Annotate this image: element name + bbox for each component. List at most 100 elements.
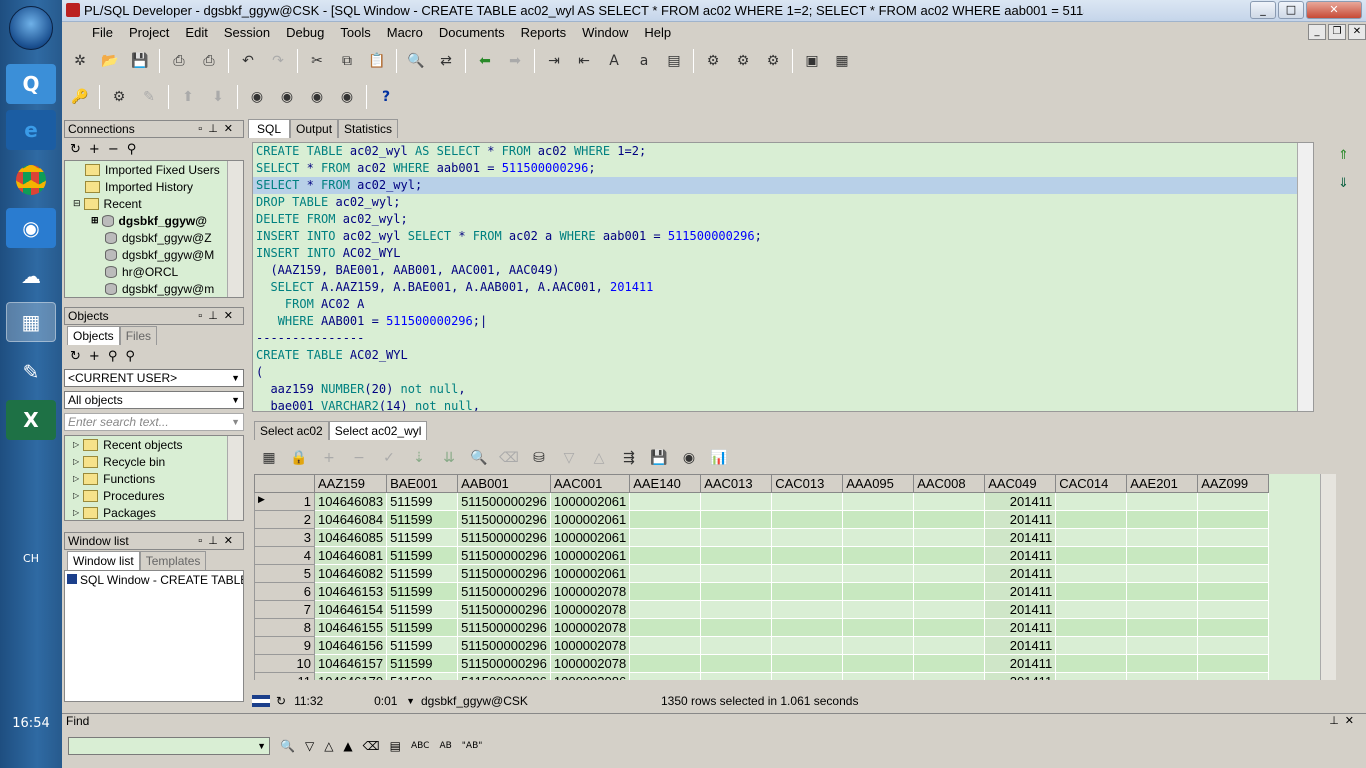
grid-cell[interactable] xyxy=(842,582,915,601)
grid-cell[interactable] xyxy=(1055,600,1128,619)
sql-editor[interactable]: CREATE TABLE ac02_wyl AS SELECT * FROM a… xyxy=(252,142,1314,412)
column-header[interactable]: AAC001 xyxy=(549,474,631,493)
tab-files[interactable]: Files xyxy=(119,326,158,345)
grid-cell[interactable]: 1000002078 xyxy=(550,654,631,673)
column-header[interactable]: BAE001 xyxy=(386,474,459,493)
delete-record-icon[interactable]: − xyxy=(347,446,371,470)
grid-cell[interactable] xyxy=(700,600,773,619)
window-list-icon[interactable]: ▣ xyxy=(800,49,824,73)
grid-cell[interactable]: 511500000296 xyxy=(457,546,551,565)
print-icon[interactable]: ⎙ xyxy=(167,49,191,73)
search-input[interactable]: Enter search text... xyxy=(64,413,244,431)
grid-cell[interactable] xyxy=(771,654,844,673)
grid-select-icon[interactable]: ▦ xyxy=(257,446,281,470)
grid-cell[interactable]: 511599 xyxy=(386,654,459,673)
tree-item-fixed-users[interactable]: Imported Fixed Users xyxy=(65,161,243,178)
tree-item-conn-5[interactable]: dgsbkf_ggyw@m xyxy=(65,280,243,297)
tab-sql[interactable]: SQL xyxy=(248,119,291,138)
column-header[interactable]: CAC013 xyxy=(771,474,844,493)
paste-icon[interactable]: 📋 xyxy=(365,49,389,73)
grid-cell[interactable] xyxy=(1055,672,1128,680)
grid-cell[interactable] xyxy=(842,492,915,511)
grid-cell[interactable] xyxy=(771,546,844,565)
replace-icon[interactable]: ⇄ xyxy=(434,49,458,73)
row-number[interactable]: ▶ 1 xyxy=(254,492,315,511)
insert-record-icon[interactable]: + xyxy=(317,446,341,470)
table-row[interactable]: 3 104646085 511599 511500000296 1000002061 20… xyxy=(254,528,1270,547)
find-next-icon[interactable]: ▽ xyxy=(305,739,314,753)
grid-cell[interactable] xyxy=(1126,654,1199,673)
grid-cell[interactable] xyxy=(913,528,986,547)
find-icon[interactable]: 🔍 xyxy=(404,49,428,73)
grid-cell[interactable]: 511599 xyxy=(386,582,459,601)
export-icon[interactable]: 💾 xyxy=(647,446,671,470)
grid-cell[interactable]: 1000002078 xyxy=(550,600,631,619)
row-number[interactable]: 10 xyxy=(254,654,315,673)
grid-cell[interactable] xyxy=(1055,636,1128,655)
grid-cell[interactable] xyxy=(1197,564,1270,583)
messenger-icon[interactable]: ☁ xyxy=(6,256,56,296)
tree-item-packages[interactable]: ▷ Packages xyxy=(65,504,243,520)
lowercase-icon[interactable]: a xyxy=(632,49,656,73)
tree-item-conn-1[interactable]: ⊞ dgsbkf_ggyw@ xyxy=(65,212,243,229)
row-number[interactable]: 11 xyxy=(254,672,315,680)
help-icon[interactable]: ? xyxy=(374,85,398,109)
grid-cell[interactable] xyxy=(1055,510,1128,529)
new-icon[interactable]: ✲ xyxy=(68,49,92,73)
column-header[interactable]: AAC013 xyxy=(700,474,773,493)
result-grid[interactable]: AAZ159 BAE001 AAB001 AAC001 AAE140 AAC01… xyxy=(254,474,1336,680)
gear-icon[interactable]: ⚙ xyxy=(107,85,131,109)
grid-cell[interactable] xyxy=(913,672,986,680)
commit-icon[interactable]: ⬆ xyxy=(176,85,200,109)
tree-item-history[interactable]: Imported History xyxy=(65,178,243,195)
grid-cell[interactable] xyxy=(700,546,773,565)
comment-icon[interactable]: ▤ xyxy=(662,49,686,73)
grid-cell[interactable] xyxy=(629,528,702,547)
status-connection[interactable]: dgsbkf_ggyw@CSK xyxy=(421,694,661,708)
grid-cell[interactable] xyxy=(842,564,915,583)
grid-cell[interactable] xyxy=(771,564,844,583)
grid-cell[interactable]: 104646170 xyxy=(314,672,388,680)
row-number[interactable]: 6 xyxy=(254,582,315,601)
tree-item-conn-4[interactable]: hr@ORCL xyxy=(65,263,243,280)
grid-cell[interactable] xyxy=(913,636,986,655)
grid-cell[interactable]: 1000002078 xyxy=(550,582,631,601)
grid-cell[interactable] xyxy=(1055,546,1128,565)
table-row[interactable]: ▶ 1 104646083 511599 511500000296 1000002061 2… xyxy=(254,492,1270,511)
grid-cell[interactable] xyxy=(700,582,773,601)
grid-cell[interactable] xyxy=(629,546,702,565)
column-header[interactable]: AAA095 xyxy=(842,474,915,493)
grid-cell[interactable] xyxy=(700,618,773,637)
find-input[interactable] xyxy=(68,737,270,755)
explain-icon[interactable]: ⚙ xyxy=(761,49,785,73)
table-row[interactable]: 6 104646153 511599 511500000296 1000002078 20… xyxy=(254,582,1270,601)
grid-cell[interactable] xyxy=(771,636,844,655)
column-header[interactable]: AAZ159 xyxy=(313,474,388,493)
grid-cell[interactable]: 1000002061 xyxy=(550,528,631,547)
sql-window-icon[interactable]: ◉ xyxy=(275,85,299,109)
save-icon[interactable]: 💾 xyxy=(128,49,152,73)
execute-icon[interactable]: ⚙ xyxy=(701,49,725,73)
grid-cell[interactable] xyxy=(1197,528,1270,547)
start-button[interactable] xyxy=(9,6,53,50)
grid-cell[interactable]: 201411 xyxy=(984,564,1057,583)
clear-icon[interactable]: ⌫ xyxy=(497,446,521,470)
grid-cell[interactable] xyxy=(1126,636,1199,655)
grid-cell[interactable] xyxy=(700,636,773,655)
menu-tools[interactable]: Tools xyxy=(332,25,378,40)
command-window-icon[interactable]: ◉ xyxy=(305,85,329,109)
editor-scrollbar[interactable] xyxy=(1297,143,1313,411)
grid-cell[interactable] xyxy=(913,564,986,583)
grid-cell[interactable] xyxy=(913,582,986,601)
grid-cell[interactable] xyxy=(1126,564,1199,583)
grid-cell[interactable]: 1000002086 xyxy=(550,672,631,680)
scroll-up-icon[interactable]: ⇑ xyxy=(1338,148,1349,163)
plsql-developer-icon[interactable]: ▦ xyxy=(6,302,56,342)
tree-item-recent[interactable]: ⊟ Recent xyxy=(65,195,243,212)
grid-cell[interactable] xyxy=(1126,510,1199,529)
grid-cell[interactable]: 104646084 xyxy=(314,510,388,529)
explain-plan-icon[interactable]: ◉ xyxy=(335,85,359,109)
scroll-down-icon[interactable]: ⇓ xyxy=(1338,176,1349,191)
grid-cell[interactable]: 511599 xyxy=(386,618,459,637)
grid-cell[interactable] xyxy=(842,672,915,680)
